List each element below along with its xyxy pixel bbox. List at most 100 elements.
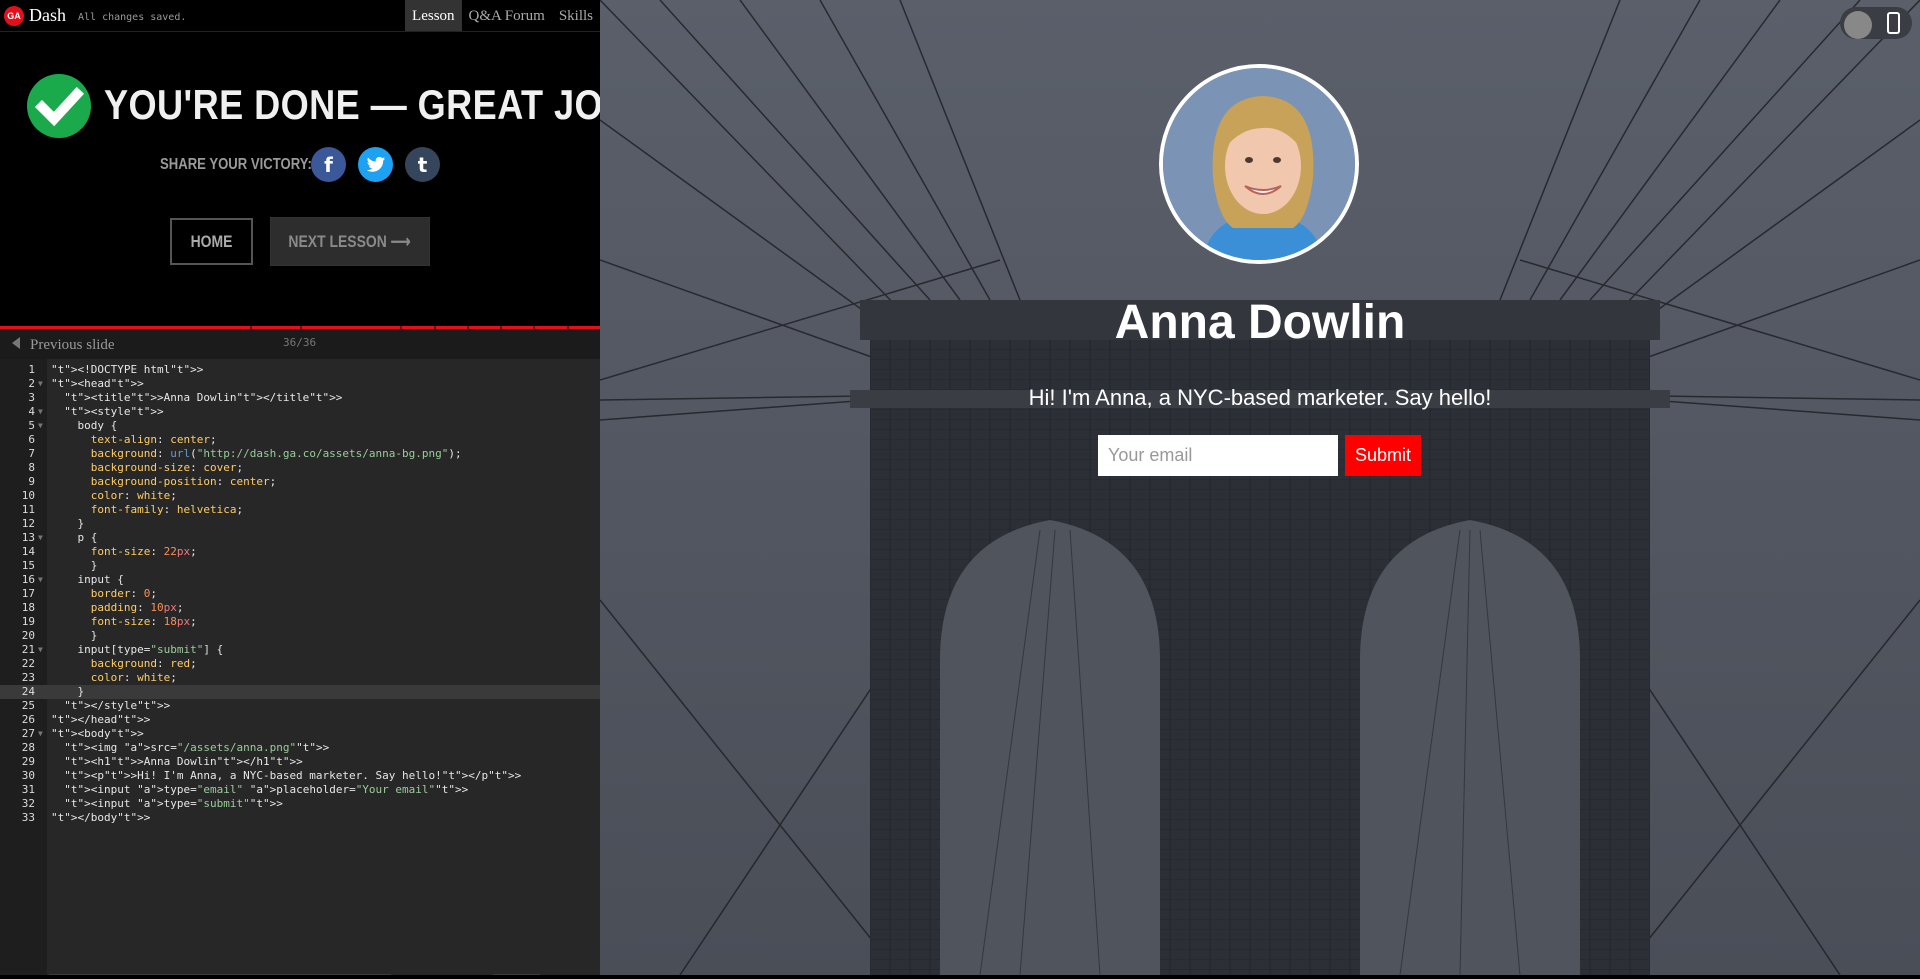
code-line[interactable]: 17 border: 0; — [0, 587, 600, 601]
code-line[interactable]: 14 font-size: 22px; — [0, 545, 600, 559]
code-text[interactable]: "t"><img "a">src="/assets/anna.png""t">> — [51, 741, 329, 755]
code-text[interactable]: input[type="submit"] { — [51, 643, 223, 657]
code-line[interactable]: 23 color: white; — [0, 671, 600, 685]
previous-slide-button[interactable]: Previous slide — [12, 337, 115, 354]
code-line[interactable]: 15 } — [0, 559, 600, 573]
code-text[interactable]: "t"><title"t">>Anna Dowlin"t"></title"t"… — [51, 391, 342, 405]
code-line[interactable]: 27 ▼ "t"><body"t">> — [0, 727, 600, 741]
code-line[interactable]: 16 ▼ input { — [0, 573, 600, 587]
email-field[interactable] — [1098, 435, 1338, 476]
code-text[interactable]: } — [51, 559, 98, 573]
code-text[interactable]: "t"><body"t">> — [51, 727, 144, 741]
code-line[interactable]: 21 ▼ input[type="submit"] { — [0, 643, 600, 657]
code-line[interactable]: 9 background-position: center; — [0, 475, 600, 489]
code-text[interactable]: text-align: center; — [51, 433, 217, 447]
code-line[interactable]: 5 ▼ body { — [0, 419, 600, 433]
code-line[interactable]: 3 "t"><title"t">>Anna Dowlin"t"></title"… — [0, 391, 600, 405]
mobile-phone-icon[interactable] — [1887, 12, 1900, 34]
code-text[interactable]: "t"></head"t">> — [51, 713, 150, 727]
fold-arrow-icon[interactable]: ▼ — [38, 419, 43, 433]
code-text[interactable]: "t"><h1"t">>Anna Dowlin"t"></h1"t">> — [51, 755, 302, 769]
code-line[interactable]: 10 color: white; — [0, 489, 600, 503]
code-text[interactable]: } — [51, 517, 84, 531]
code-editor[interactable]: 1 "t"><!DOCTYPE html"t">> 2 ▼ "t"><head"t">>… — [0, 359, 600, 979]
submit-button[interactable]: Submit — [1345, 435, 1421, 476]
code-text[interactable]: background: red; — [51, 657, 197, 671]
home-button[interactable]: HOME — [170, 218, 253, 265]
code-text[interactable]: background: url("http://dash.ga.co/asset… — [51, 447, 462, 461]
code-text[interactable]: p { — [51, 531, 97, 545]
code-text[interactable]: color: white; — [51, 671, 177, 685]
toggle-knob[interactable] — [1844, 11, 1872, 39]
code-text[interactable]: "t"></body"t">> — [51, 811, 150, 825]
code-text[interactable]: input { — [51, 573, 123, 587]
code-line[interactable]: 25 "t"></style"t">> — [0, 699, 600, 713]
code-line[interactable]: 18 padding: 10px; — [0, 601, 600, 615]
code-text[interactable]: "t"><p"t">>Hi! I'm Anna, a NYC-based mar… — [51, 769, 521, 783]
code-text[interactable]: "t"><style"t">> — [51, 405, 163, 419]
code-line[interactable]: 13 ▼ p { — [0, 531, 600, 545]
next-lesson-label: NEXT LESSON ⟶ — [288, 231, 412, 251]
code-line[interactable]: 19 font-size: 18px; — [0, 615, 600, 629]
line-number: 30 — [21, 769, 35, 782]
code-text[interactable]: body { — [51, 419, 117, 433]
code-line[interactable]: 31 "t"><input "a">type="email" "a">place… — [0, 783, 600, 797]
top-bar: GA Dash All changes saved. Lesson Q&A Fo… — [0, 0, 600, 32]
tab-qa-forum[interactable]: Q&A Forum — [462, 0, 552, 31]
code-text[interactable]: "t"><head"t">> — [51, 377, 144, 391]
code-line[interactable]: 33 "t"></body"t">> — [0, 811, 600, 825]
code-line[interactable]: 12 } — [0, 517, 600, 531]
code-line[interactable]: 22 background: red; — [0, 657, 600, 671]
code-line[interactable]: 26 "t"></head"t">> — [0, 713, 600, 727]
code-line[interactable]: 24 } — [0, 685, 600, 699]
home-button-label: HOME — [190, 231, 233, 251]
line-number: 14 — [21, 545, 35, 558]
code-text[interactable]: background-position: center; — [51, 475, 276, 489]
code-line[interactable]: 28 "t"><img "a">src="/assets/anna.png""t… — [0, 741, 600, 755]
code-text[interactable]: } — [51, 685, 84, 699]
fold-arrow-icon[interactable]: ▼ — [38, 531, 43, 545]
code-text[interactable]: font-size: 18px; — [51, 615, 197, 629]
code-text[interactable]: font-family: helvetica; — [51, 503, 243, 517]
tab-skills[interactable]: Skills — [552, 0, 600, 31]
code-line[interactable]: 8 background-size: cover; — [0, 461, 600, 475]
code-text[interactable]: } — [51, 629, 98, 643]
facebook-icon[interactable]: f — [311, 147, 346, 182]
code-line[interactable]: 6 text-align: center; — [0, 433, 600, 447]
fold-arrow-icon[interactable]: ▼ — [38, 727, 43, 741]
fold-arrow-icon[interactable]: ▼ — [38, 377, 43, 391]
fold-arrow-icon[interactable]: ▼ — [38, 573, 43, 587]
code-line[interactable]: 2 ▼ "t"><head"t">> — [0, 377, 600, 391]
code-text[interactable]: "t"><!DOCTYPE html"t">> — [51, 363, 203, 377]
fold-arrow-icon[interactable]: ▼ — [38, 643, 43, 657]
code-line[interactable]: 7 background: url("http://dash.ga.co/ass… — [0, 447, 600, 461]
code-line[interactable]: 11 font-family: helvetica; — [0, 503, 600, 517]
code-text[interactable]: "t"><input "a">type="submit""t">> — [51, 797, 283, 811]
code-text[interactable]: color: white; — [51, 489, 177, 503]
device-toggle[interactable] — [1840, 7, 1912, 39]
code-text[interactable]: font-size: 22px; — [51, 545, 197, 559]
code-line[interactable]: 32 "t"><input "a">type="submit""t">> — [0, 797, 600, 811]
tab-lesson[interactable]: Lesson — [405, 0, 462, 31]
next-lesson-button[interactable]: NEXT LESSON ⟶ — [270, 217, 430, 266]
code-text[interactable]: border: 0; — [51, 587, 157, 601]
profile-name: Anna Dowlin — [1114, 296, 1406, 349]
tumblr-icon[interactable]: t — [405, 147, 440, 182]
code-line[interactable]: 29 "t"><h1"t">>Anna Dowlin"t"></h1"t">> — [0, 755, 600, 769]
line-number: 13 — [21, 531, 35, 544]
code-line[interactable]: 4 ▼ "t"><style"t">> — [0, 405, 600, 419]
code-text[interactable]: "t"><input "a">type="email" "a">placehol… — [51, 783, 468, 797]
line-number: 6 — [28, 433, 35, 446]
code-line[interactable]: 30 "t"><p"t">>Hi! I'm Anna, a NYC-based … — [0, 769, 600, 783]
twitter-icon[interactable] — [358, 147, 393, 182]
ga-logo[interactable]: GA — [4, 6, 24, 26]
code-line[interactable]: 20 } — [0, 629, 600, 643]
code-line[interactable]: 1 "t"><!DOCTYPE html"t">> — [0, 363, 600, 377]
code-text[interactable]: "t"></style"t">> — [51, 699, 170, 713]
line-number: 23 — [21, 671, 35, 684]
line-number: 4 — [28, 405, 35, 418]
slide-navigation: Previous slide 36/36 — [0, 329, 600, 359]
code-text[interactable]: padding: 10px; — [51, 601, 184, 615]
code-text[interactable]: background-size: cover; — [51, 461, 243, 475]
fold-arrow-icon[interactable]: ▼ — [38, 405, 43, 419]
